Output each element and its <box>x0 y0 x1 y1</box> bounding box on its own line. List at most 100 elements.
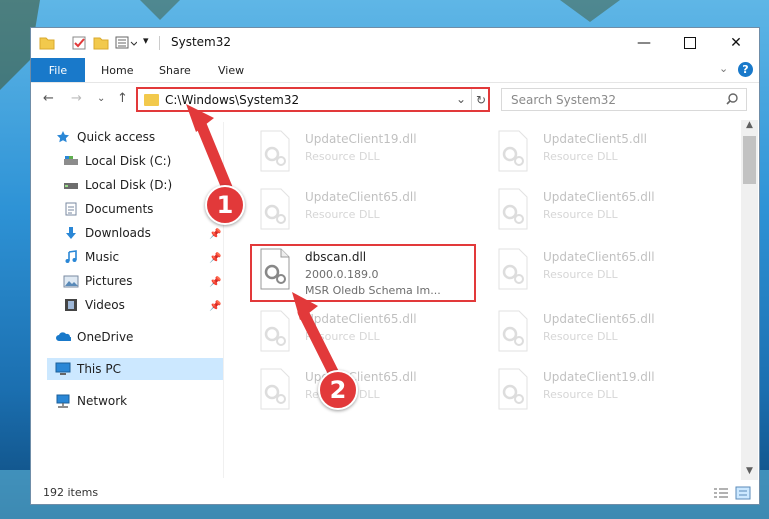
scroll-down-icon[interactable]: ▼ <box>741 466 758 480</box>
videos-icon <box>63 298 79 312</box>
dll-file-icon <box>260 130 290 172</box>
large-icons-view-icon[interactable] <box>735 486 751 500</box>
ribbon-tabs: File Home Share View ⌄ ? <box>31 58 759 83</box>
tab-view[interactable]: View <box>218 58 244 82</box>
refresh-icon[interactable]: ↻ <box>471 89 490 110</box>
pin-icon[interactable]: 📌 <box>209 301 221 312</box>
status-bar: 192 items <box>31 483 759 504</box>
address-bar[interactable]: C:\Windows\System32 ⌄ ↻ <box>136 87 490 112</box>
quick-access-dropdown-icon[interactable]: ▾ <box>143 34 149 47</box>
sidebar-item-label: OneDrive <box>77 330 134 344</box>
up-arrow-icon[interactable]: ↑ <box>117 91 128 106</box>
navigation-bar: ← → ⌄ ↑ C:\Windows\System32 ⌄ ↻ Search S… <box>31 83 759 117</box>
close-button[interactable]: ✕ <box>713 28 759 58</box>
downloads-icon <box>63 226 79 240</box>
minimize-button[interactable]: — <box>621 28 667 58</box>
pin-icon[interactable]: 📌 <box>209 229 221 240</box>
file-tile[interactable]: UpdateClient65.dll Resource DLL <box>491 306 715 364</box>
sidebar-item-network[interactable]: Network <box>55 390 127 412</box>
documents-icon <box>63 202 79 216</box>
tab-share[interactable]: Share <box>159 58 191 82</box>
file-description: Resource DLL <box>305 208 380 221</box>
file-name: UpdateClient65.dll <box>543 190 655 204</box>
address-dropdown-icon[interactable]: ⌄ <box>456 92 466 106</box>
dll-file-icon <box>498 368 528 410</box>
tab-file[interactable]: File <box>31 58 85 82</box>
step-badge-2: 2 <box>318 370 358 410</box>
title-divider <box>159 36 160 50</box>
selected-file-highlight <box>250 244 476 302</box>
file-description: Resource DLL <box>543 268 618 281</box>
new-folder-icon[interactable] <box>93 35 109 51</box>
maximize-icon <box>684 37 696 49</box>
file-tile[interactable]: UpdateClient19.dll Resource DLL <box>491 364 715 422</box>
computer-icon <box>55 362 71 376</box>
sidebar-item-documents[interactable]: Documents <box>63 198 153 220</box>
file-name: UpdateClient19.dll <box>543 370 655 384</box>
sidebar-item-local-disk-c[interactable]: Local Disk (C:) <box>63 150 171 172</box>
title-bar: ▾ System32 — ✕ <box>31 28 759 58</box>
tab-home[interactable]: Home <box>101 58 133 82</box>
file-tile[interactable]: UpdateClient5.dll Resource DLL <box>491 126 715 184</box>
file-description: Resource DLL <box>543 330 618 343</box>
sidebar-item-music[interactable]: Music <box>63 246 119 268</box>
sidebar-item-downloads[interactable]: Downloads <box>63 222 151 244</box>
vertical-scrollbar[interactable]: ▲ ▼ <box>741 120 758 480</box>
file-name: UpdateClient5.dll <box>543 132 647 146</box>
pin-icon[interactable]: 📌 <box>209 277 221 288</box>
sidebar-item-label: Videos <box>85 298 125 312</box>
sidebar-item-label: Downloads <box>85 226 151 240</box>
dll-file-icon <box>260 368 290 410</box>
file-name: UpdateClient65.dll <box>543 312 655 326</box>
customize-toolbar-icon[interactable] <box>115 35 137 51</box>
window-title: System32 <box>171 35 232 49</box>
address-folder-icon <box>144 94 159 106</box>
sidebar-item-videos[interactable]: Videos <box>63 294 125 316</box>
file-tile[interactable]: UpdateClient65.dll Resource DLL <box>253 306 477 364</box>
sidebar-item-quick-access[interactable]: Quick access <box>55 126 155 148</box>
forward-arrow-icon[interactable]: → <box>71 91 82 106</box>
pin-icon[interactable]: 📌 <box>209 253 221 264</box>
file-explorer-window: ▾ System32 — ✕ File Home Share View ⌄ ? … <box>30 27 760 505</box>
file-tile[interactable]: UpdateClient65.dll Resource DLL <box>253 364 477 422</box>
file-name: UpdateClient65.dll <box>543 250 655 264</box>
music-icon <box>63 250 79 264</box>
search-icon[interactable] <box>725 92 739 106</box>
sidebar-item-local-disk-d[interactable]: Local Disk (D:) <box>63 174 172 196</box>
sidebar-item-label: Local Disk (C:) <box>85 154 172 168</box>
file-tile[interactable]: UpdateClient65.dll Resource DLL <box>491 244 715 302</box>
search-input[interactable]: Search System32 <box>501 88 747 111</box>
expand-ribbon-icon[interactable]: ⌄ <box>719 62 728 75</box>
dll-file-icon <box>260 310 290 352</box>
properties-icon[interactable] <box>71 35 87 51</box>
close-icon: ✕ <box>730 35 742 51</box>
network-icon <box>55 394 71 408</box>
file-name: UpdateClient65.dll <box>305 190 417 204</box>
sidebar-item-onedrive[interactable]: OneDrive <box>55 326 133 348</box>
scroll-up-icon[interactable]: ▲ <box>741 120 758 134</box>
sidebar-item-pictures[interactable]: Pictures <box>63 270 133 292</box>
navigation-pane: Quick access Local Disk (C:) Local Disk … <box>31 122 223 478</box>
details-view-icon[interactable] <box>713 486 729 500</box>
address-path[interactable]: C:\Windows\System32 <box>165 93 299 107</box>
help-icon[interactable]: ? <box>738 62 753 77</box>
back-arrow-icon[interactable]: ← <box>43 91 54 106</box>
dll-file-icon <box>498 130 528 172</box>
file-description: Resource DLL <box>543 388 618 401</box>
recent-locations-icon[interactable]: ⌄ <box>97 93 105 104</box>
minimize-icon: — <box>637 35 651 51</box>
sidebar-item-label: Pictures <box>85 274 133 288</box>
file-tile[interactable]: UpdateClient65.dll Resource DLL <box>491 184 715 242</box>
onedrive-icon <box>55 330 71 344</box>
file-description: Resource DLL <box>543 150 618 163</box>
sidebar-item-label: Documents <box>85 202 154 216</box>
dll-file-icon <box>498 310 528 352</box>
sidebar-item-this-pc[interactable]: This PC <box>47 358 223 380</box>
file-tile[interactable]: UpdateClient65.dll Resource DLL <box>253 184 477 242</box>
scrollbar-thumb[interactable] <box>743 136 756 184</box>
file-tile[interactable]: UpdateClient19.dll Resource DLL <box>253 126 477 184</box>
search-placeholder: Search System32 <box>511 93 617 107</box>
sidebar-item-label: Music <box>85 250 120 264</box>
sidebar-item-label: Local Disk (D:) <box>85 178 173 192</box>
maximize-button[interactable] <box>667 28 713 58</box>
